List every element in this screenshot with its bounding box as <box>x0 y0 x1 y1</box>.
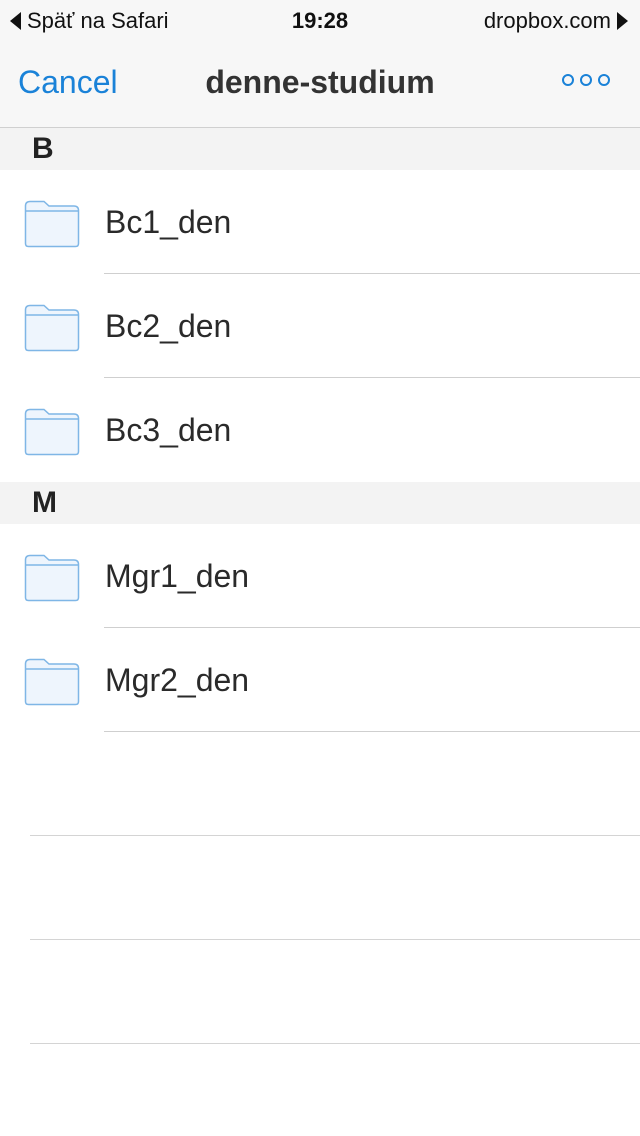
screen: Späť na Safari 19:28 dropbox.com Cancel … <box>0 0 640 1136</box>
row-divider <box>104 731 640 732</box>
folder-name: Bc2_den <box>105 308 232 344</box>
folder-row-bc1-den[interactable]: Bc1_den <box>0 170 640 274</box>
folder-icon <box>24 658 80 706</box>
status-bar: Späť na Safari 19:28 dropbox.com <box>0 0 640 40</box>
folder-name: Bc1_den <box>105 204 232 240</box>
folder-row-bc2-den[interactable]: Bc2_den <box>0 274 640 378</box>
folder-icon <box>24 304 80 352</box>
more-dot <box>580 74 592 86</box>
folder-row-bc3-den[interactable]: Bc3_den <box>0 378 640 482</box>
folder-icon <box>24 408 80 456</box>
more-dot <box>598 74 610 86</box>
folder-name: Mgr1_den <box>105 558 250 594</box>
navigation-bar: Cancel denne-studium <box>0 40 640 128</box>
section-header-label: M <box>32 486 57 519</box>
section-header-b: B <box>0 128 640 170</box>
cancel-button[interactable]: Cancel <box>18 62 118 102</box>
site-forward-button[interactable]: dropbox.com <box>484 7 628 35</box>
empty-row-divider <box>30 939 640 940</box>
empty-row-divider <box>30 835 640 836</box>
folder-name: Mgr2_den <box>105 662 250 698</box>
forward-arrow-icon <box>617 12 628 30</box>
section-header-m: M <box>0 482 640 524</box>
site-label: dropbox.com <box>483 8 611 33</box>
folder-row-mgr2-den[interactable]: Mgr2_den <box>0 628 640 732</box>
folder-icon <box>24 200 80 248</box>
folder-icon <box>24 554 80 602</box>
more-dot <box>562 74 574 86</box>
empty-row-divider <box>30 1043 640 1044</box>
more-options-icon[interactable] <box>562 74 610 90</box>
folder-name: Bc3_den <box>105 412 232 448</box>
folder-row-mgr1-den[interactable]: Mgr1_den <box>0 524 640 628</box>
section-header-label: B <box>32 132 54 165</box>
